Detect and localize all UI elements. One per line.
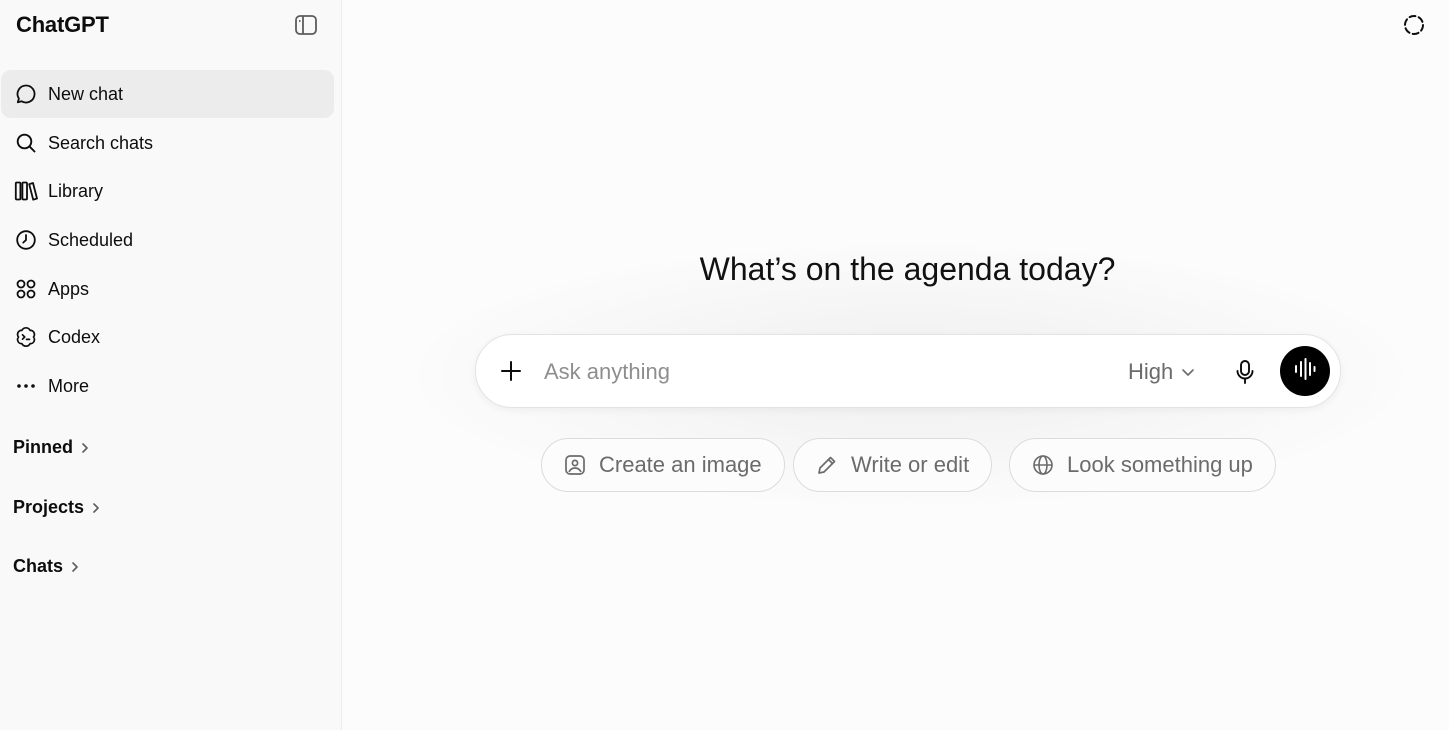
chat-bubble-icon [14,82,38,106]
sidebar-item-new-chat[interactable]: New chat [1,70,334,118]
chip-look-something-up[interactable]: Look something up [1009,438,1276,492]
page-headline: What’s on the agenda today? [699,251,1116,287]
image-icon [563,453,587,477]
model-select[interactable]: High [1128,357,1195,387]
sidebar-toggle-icon[interactable] [293,13,319,37]
search-icon [14,131,38,155]
sidebar-item-codex[interactable]: Codex [1,313,334,361]
sidebar: ChatGPT New chat Search chats Library Sc… [0,0,342,730]
chevron-right-icon [80,441,90,455]
chevron-down-icon [1181,367,1195,377]
app-title[interactable]: ChatGPT [16,12,109,38]
chevron-right-icon [70,560,80,574]
sidebar-item-label: More [48,375,90,396]
codex-icon [14,325,38,349]
microphone-icon[interactable] [1231,357,1259,387]
app-window: ChatGPT New chat Search chats Library Sc… [0,0,1449,730]
chip-write-or-edit[interactable]: Write or edit [793,438,993,492]
sidebar-item-search-chats[interactable]: Search chats [1,119,334,167]
sidebar-item-library[interactable]: Library [1,167,334,215]
chip-label: Write or edit [851,452,970,477]
chevron-right-icon [91,501,101,515]
temporary-chat-icon[interactable] [1401,12,1427,38]
chip-label: Look something up [1067,452,1253,477]
model-select-label: High [1128,359,1174,384]
sidebar-item-apps[interactable]: Apps [1,265,334,313]
clock-icon [14,228,38,252]
section-label: Chats [13,556,64,576]
sidebar-item-scheduled[interactable]: Scheduled [1,216,334,264]
plus-icon[interactable] [498,358,524,384]
chip-label: Create an image [599,452,762,477]
globe-icon [1031,453,1055,477]
main-area: What’s on the agenda today? High [342,0,1449,730]
sidebar-item-label: New chat [48,83,124,104]
section-label: Pinned [13,437,74,457]
prompt-input[interactable] [544,352,1104,392]
sidebar-item-label: Scheduled [48,229,134,250]
sidebar-item-label: Codex [48,326,101,347]
composer: High [475,334,1341,408]
apps-grid-icon [14,277,38,301]
section-projects[interactable]: Projects [13,497,101,518]
chip-create-image[interactable]: Create an image [541,438,785,492]
section-chats[interactable]: Chats [13,556,80,577]
more-dots-icon [14,374,38,398]
sidebar-item-label: Search chats [48,132,154,153]
pencil-icon [815,453,839,477]
library-icon [14,179,38,203]
sidebar-item-more[interactable]: More [1,362,334,410]
section-pinned[interactable]: Pinned [13,437,90,458]
sidebar-item-label: Apps [48,278,90,299]
voice-mode-button[interactable] [1280,346,1330,396]
sidebar-item-label: Library [48,180,104,201]
section-label: Projects [13,497,85,517]
voice-waveform-icon [1292,356,1318,387]
